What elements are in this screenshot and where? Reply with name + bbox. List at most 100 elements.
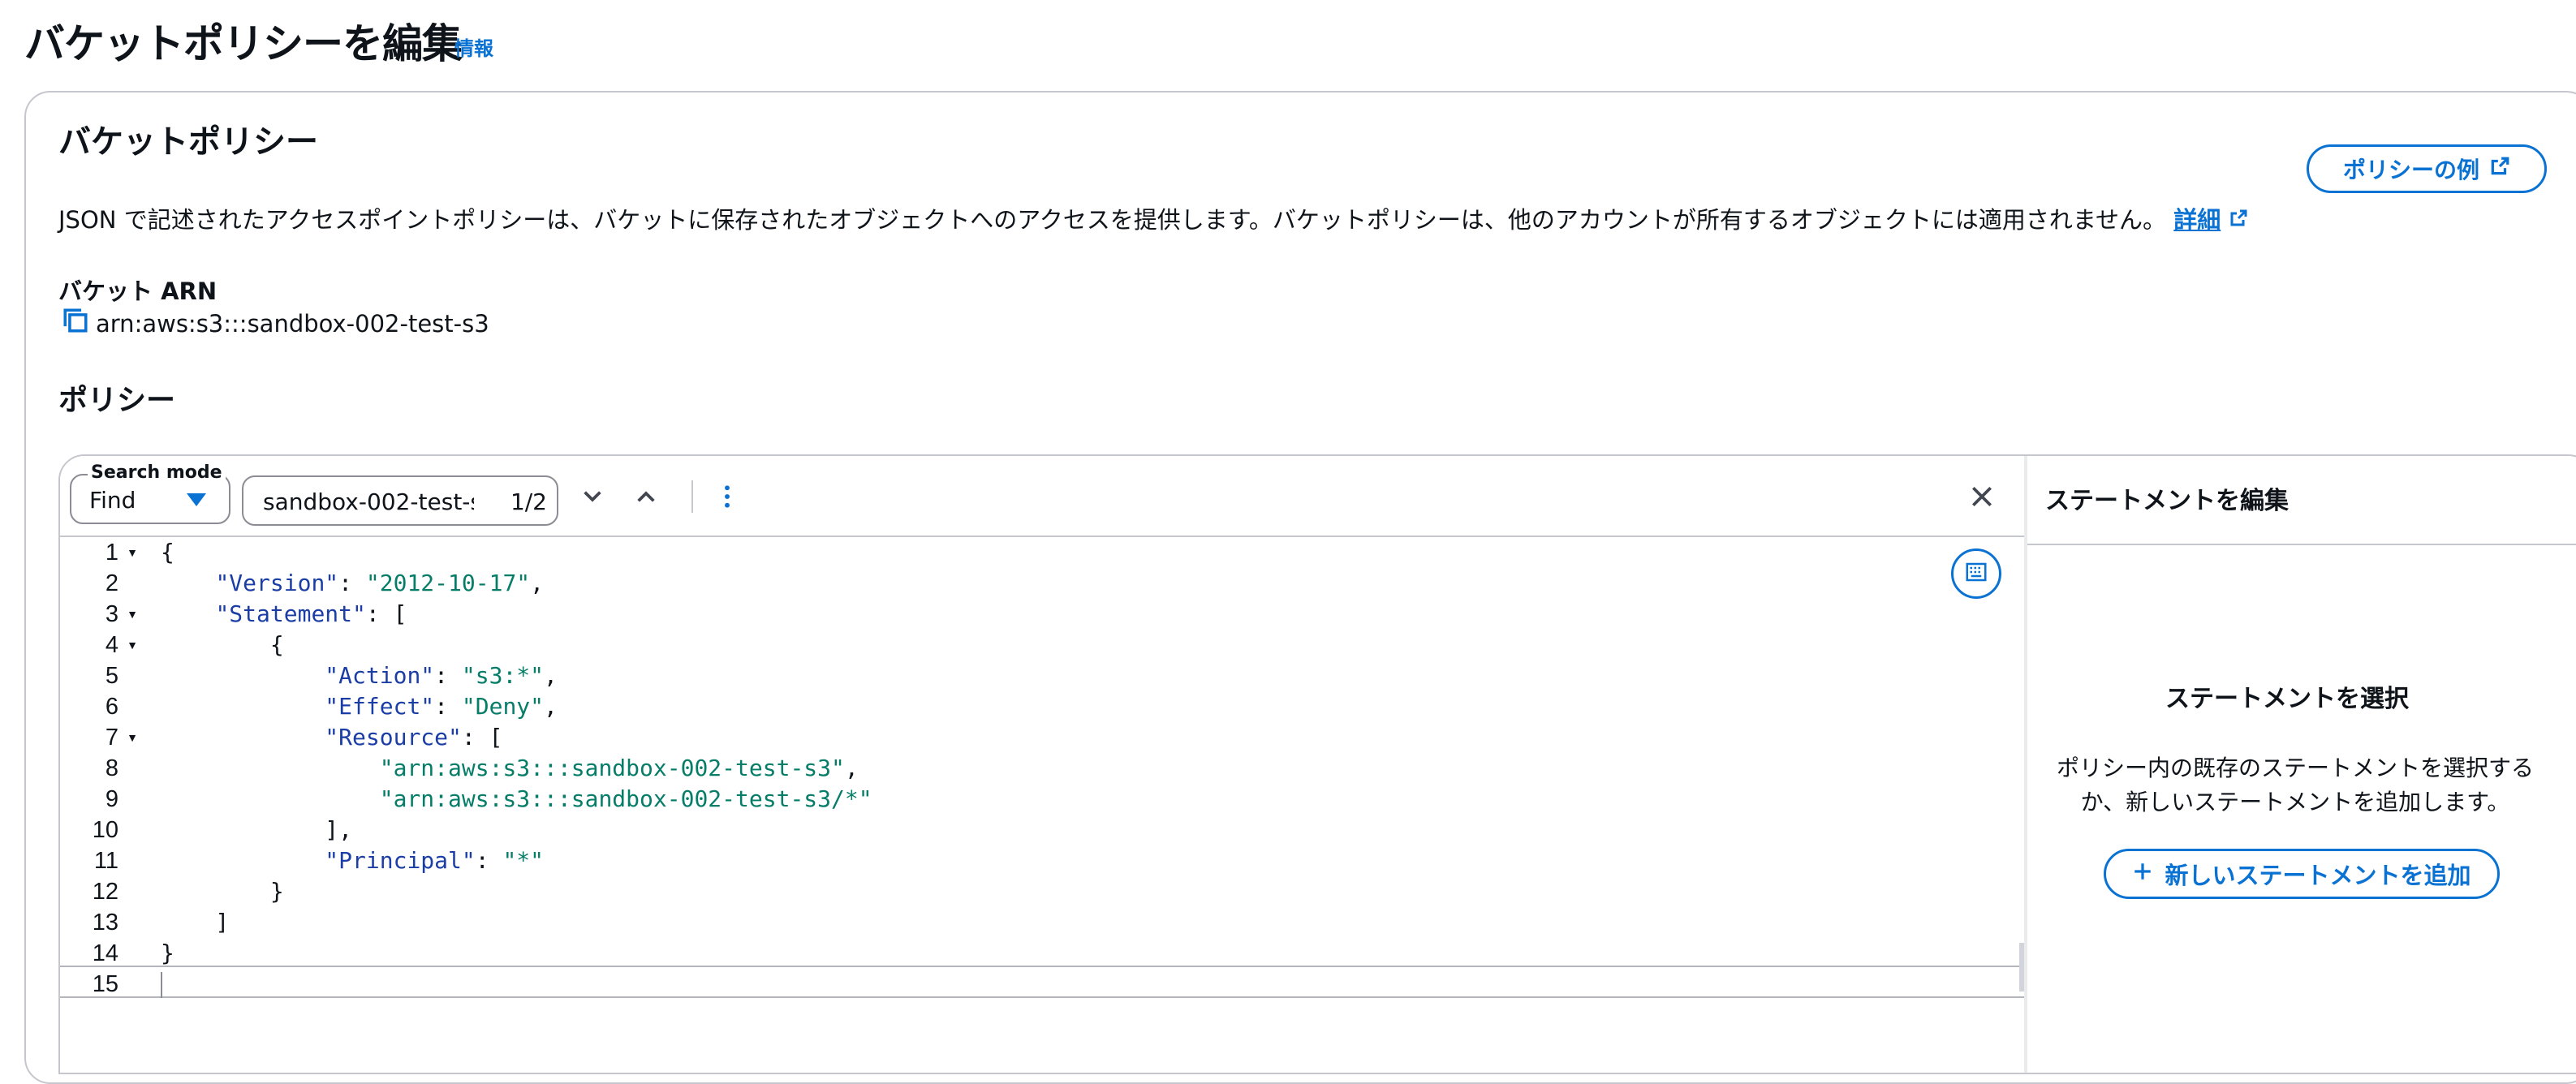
line-number: 6 — [60, 691, 161, 722]
line-number-text: 14 — [92, 940, 118, 966]
line-number-text: 15 — [92, 971, 118, 997]
code-line: ] — [161, 907, 872, 938]
line-number-text: 2 — [105, 570, 118, 596]
match-count: 1/2 — [510, 488, 547, 515]
json-string: "s3:*" — [461, 662, 545, 689]
json-punctuation: : — [434, 662, 462, 689]
json-key: "Resource" — [325, 724, 462, 751]
json-punctuation — [161, 847, 325, 874]
policy-examples-button[interactable]: ポリシーの例 — [2307, 144, 2547, 193]
bucket-arn-label: バケット ARN — [58, 277, 218, 305]
code-line: { — [161, 630, 872, 660]
keyboard-shortcuts-button[interactable] — [1951, 548, 2001, 599]
code-area[interactable]: 1 ▼ 2 3 ▼ 4 ▼ 5 6 7 ▼ 8 9 10 11 12 13 14 15 { "Version": "… — [60, 537, 2024, 1073]
keyboard-icon — [1964, 560, 1988, 587]
json-punctuation: : — [338, 570, 366, 596]
json-punctuation: , — [844, 755, 859, 781]
chevron-down-icon[interactable] — [579, 484, 605, 513]
line-number: 8 — [60, 753, 161, 784]
copy-icon[interactable] — [62, 307, 89, 340]
json-string: "arn:aws:s3:::sandbox-002-test-s3/*" — [379, 785, 872, 812]
line-number: 1 ▼ — [60, 537, 161, 568]
details-link[interactable]: 詳細 — [2173, 206, 2221, 234]
external-link-icon[interactable] — [2229, 206, 2248, 234]
json-string: "*" — [502, 847, 545, 874]
line-number-text: 9 — [105, 786, 118, 812]
code-line: "Version": "2012-10-17", — [161, 568, 872, 599]
json-punctuation: { — [161, 539, 174, 566]
json-punctuation — [161, 755, 380, 781]
json-key: "Action" — [325, 662, 435, 689]
bucket-arn-value: arn:aws:s3:::sandbox-002-test-s3 — [96, 309, 489, 338]
plus-icon — [2132, 860, 2153, 888]
line-number: 5 — [60, 660, 161, 691]
line-number-text: 12 — [92, 879, 118, 905]
code-line: } — [161, 876, 872, 907]
external-link-icon — [2489, 156, 2510, 183]
code-line: "arn:aws:s3:::sandbox-002-test-s3", — [161, 753, 872, 784]
json-key: "Principal" — [325, 847, 476, 874]
more-options-icon[interactable] — [714, 484, 740, 513]
json-key: "Statement" — [215, 600, 366, 627]
json-punctuation: : [ — [461, 724, 503, 751]
json-punctuation — [161, 785, 380, 812]
line-number-text: 13 — [92, 910, 118, 936]
json-string: "arn:aws:s3:::sandbox-002-test-s3" — [379, 755, 845, 781]
json-punctuation: } — [161, 878, 284, 905]
line-number: 2 — [60, 568, 161, 599]
line-number: 12 — [60, 876, 161, 907]
statement-editor-panel: ステートメントを編集 ステートメントを選択 ポリシー内の既存のステートメントを選… — [2024, 456, 2576, 1073]
bucket-arn-row: arn:aws:s3:::sandbox-002-test-s3 — [62, 307, 489, 340]
search-toolbar: Search mode Find sandbox-002-test-s3 1/2 — [60, 456, 2024, 537]
json-punctuation: , — [530, 570, 545, 596]
policy-editor: Search mode Find sandbox-002-test-s3 1/2… — [58, 454, 2576, 1074]
fold-arrow-icon[interactable]: ▼ — [127, 599, 138, 630]
line-number: 13 — [60, 907, 161, 938]
line-number-text: 1 — [105, 540, 118, 566]
close-icon[interactable] — [1969, 484, 1995, 513]
json-punctuation: : [ — [365, 600, 407, 627]
statement-panel-title: ステートメントを編集 — [2045, 487, 2289, 515]
code-line: "Statement": [ — [161, 599, 872, 630]
json-punctuation — [161, 600, 215, 627]
json-punctuation: , — [544, 693, 558, 720]
line-number: 9 — [60, 784, 161, 815]
code-line: { — [161, 537, 872, 568]
search-query: sandbox-002-test-s3 — [263, 488, 474, 515]
json-punctuation: : — [475, 847, 503, 874]
search-mode-label: Search mode — [88, 462, 226, 483]
line-number-gutter: 1 ▼ 2 3 ▼ 4 ▼ 5 6 7 ▼ 8 9 10 11 12 13 14 15 — [60, 537, 161, 1000]
add-statement-label: 新しいステートメントを追加 — [2165, 862, 2471, 889]
empty-state-description: ポリシー内の既存のステートメントを選択するか、新しいステートメントを追加します。 — [2056, 755, 2534, 815]
description: JSON で記述されたアクセスポイントポリシーは、バケットに保存されたオブジェク… — [58, 201, 2248, 235]
caret-down-icon — [187, 493, 206, 506]
section-title: バケットポリシー — [58, 123, 318, 161]
fold-arrow-icon[interactable]: ▼ — [127, 722, 138, 753]
statement-panel-header: ステートメントを編集 — [2027, 456, 2576, 545]
fold-arrow-icon[interactable]: ▼ — [127, 537, 138, 568]
code-content[interactable]: { "Version": "2012-10-17", "Statement": … — [161, 537, 872, 1000]
line-number: 15 — [60, 969, 161, 1000]
line-number: 10 — [60, 815, 161, 845]
add-statement-button[interactable]: 新しいステートメントを追加 — [2104, 849, 2500, 899]
chevron-up-icon[interactable] — [633, 484, 659, 513]
json-punctuation — [161, 662, 325, 689]
line-number-text: 11 — [93, 848, 118, 874]
line-number: 4 ▼ — [60, 630, 161, 660]
info-link[interactable]: 情報 — [454, 32, 493, 61]
description-text: JSON で記述されたアクセスポイントポリシーは、バケットに保存されたオブジェク… — [58, 206, 2167, 234]
code-line: "arn:aws:s3:::sandbox-002-test-s3/*" — [161, 784, 872, 815]
search-input[interactable]: sandbox-002-test-s3 1/2 — [242, 475, 558, 526]
line-number-text: 5 — [105, 663, 118, 689]
search-mode-value: Find — [89, 487, 136, 514]
json-punctuation: , — [544, 662, 558, 689]
json-string: "Deny" — [461, 693, 545, 720]
search-mode-select[interactable]: Search mode Find — [70, 462, 230, 524]
code-line: "Effect": "Deny", — [161, 691, 872, 722]
line-number-text: 7 — [105, 725, 118, 751]
code-line: "Action": "s3:*", — [161, 660, 872, 691]
policy-examples-label: ポリシーの例 — [2342, 157, 2479, 183]
code-line: "Principal": "*" — [161, 845, 872, 876]
fold-arrow-icon[interactable]: ▼ — [127, 630, 138, 660]
